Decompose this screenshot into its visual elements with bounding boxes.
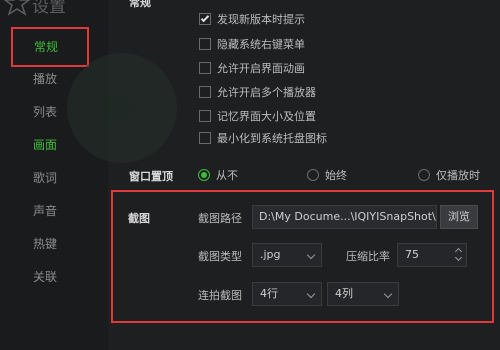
sidebar-header: 设置 (0, 0, 108, 26)
check-label: 隐藏系统右键菜单 (217, 38, 305, 51)
check-label: 记忆界面大小及位置 (217, 110, 316, 123)
chevron-down-icon (306, 250, 316, 260)
spin-buttons[interactable] (452, 244, 466, 266)
screenshot-type-select[interactable]: .jpg (252, 243, 322, 267)
check-hide-context-menu[interactable]: 隐藏系统右键菜单 (199, 36, 305, 52)
check-label: 允许开启界面动画 (217, 62, 305, 75)
checkbox[interactable] (199, 110, 211, 122)
sidebar-item-sound[interactable]: 声音 (0, 196, 108, 226)
radio-label: 仅播放时 (436, 169, 480, 182)
browse-button[interactable]: 浏览 (440, 205, 478, 229)
radio-button[interactable] (198, 169, 210, 181)
check-remember-size[interactable]: 记忆界面大小及位置 (199, 108, 316, 124)
screenshot-type-label: 截图类型 (198, 250, 242, 263)
burst-rows-value: 4行 (260, 287, 278, 300)
burst-cols-select[interactable]: 4列 (327, 282, 399, 306)
chevron-down-icon (383, 289, 393, 299)
checkbox[interactable] (199, 132, 211, 144)
screenshot-section-label: 截图 (128, 212, 150, 225)
burst-cols-value: 4列 (335, 287, 353, 300)
chevron-down-icon (306, 289, 316, 299)
radio-always[interactable]: 始终 (307, 167, 347, 183)
checkbox[interactable] (199, 62, 211, 74)
screenshot-path-input[interactable]: D:\My Docume...\IQIYISnapShot\ (252, 205, 437, 229)
screenshot-path-label: 截图路径 (198, 212, 242, 225)
screenshot-type-value: .jpg (260, 248, 281, 261)
radio-dot (201, 172, 207, 178)
sidebar-item-label: 歌词 (33, 171, 58, 185)
general-section-label: 常规 (129, 0, 151, 9)
window-top-label: 窗口置顶 (129, 170, 173, 183)
sidebar-item-associations[interactable]: 关联 (0, 262, 108, 292)
burst-rows-select[interactable]: 4行 (252, 282, 322, 306)
arrow-down-icon (454, 253, 463, 262)
burst-label: 连拍截图 (198, 289, 242, 302)
check-multiple-players[interactable]: 允许开启多个播放器 (199, 84, 316, 100)
check-new-version[interactable]: 发现新版本时提示 (199, 11, 305, 27)
radio-never[interactable]: 从不 (198, 167, 238, 183)
sidebar-item-label: 关联 (33, 270, 58, 284)
compression-value: 75 (405, 248, 419, 261)
check-ui-animation[interactable]: 允许开启界面动画 (199, 60, 305, 76)
check-label: 发现新版本时提示 (217, 13, 305, 26)
sidebar-item-label: 画面 (33, 138, 58, 152)
check-label: 允许开启多个播放器 (217, 86, 316, 99)
sidebar-item-label: 播放 (33, 72, 58, 86)
settings-title: 设置 (32, 0, 66, 17)
checkbox[interactable] (199, 38, 211, 50)
radio-label: 始终 (325, 169, 347, 182)
watermark-logo (67, 53, 177, 163)
compression-spinbox[interactable]: 75 (397, 243, 467, 267)
star-icon (4, 0, 30, 16)
sidebar-item-label: 热键 (33, 237, 58, 251)
checkbox[interactable] (199, 86, 211, 98)
radio-button[interactable] (418, 169, 430, 181)
check-minimize-tray[interactable]: 最小化到系统托盘图标 (199, 130, 327, 146)
sidebar-item-hotkeys[interactable]: 热键 (0, 229, 108, 259)
settings-window: 设置 常规 播放 列表 画面 歌词 声音 热键 关联 常规 发现新版本时提示 隐… (0, 0, 500, 350)
radio-button[interactable] (307, 169, 319, 181)
sidebar-item-label: 常规 (34, 40, 59, 54)
check-label: 最小化到系统托盘图标 (217, 132, 327, 145)
checkmark-icon (200, 13, 210, 23)
checkbox[interactable] (199, 13, 211, 25)
radio-label: 从不 (216, 169, 238, 182)
radio-while-playing[interactable]: 仅播放时 (418, 167, 480, 183)
compression-label: 压缩比率 (346, 250, 390, 263)
sidebar-item-label: 列表 (33, 105, 58, 119)
sidebar-item-label: 声音 (33, 204, 58, 218)
